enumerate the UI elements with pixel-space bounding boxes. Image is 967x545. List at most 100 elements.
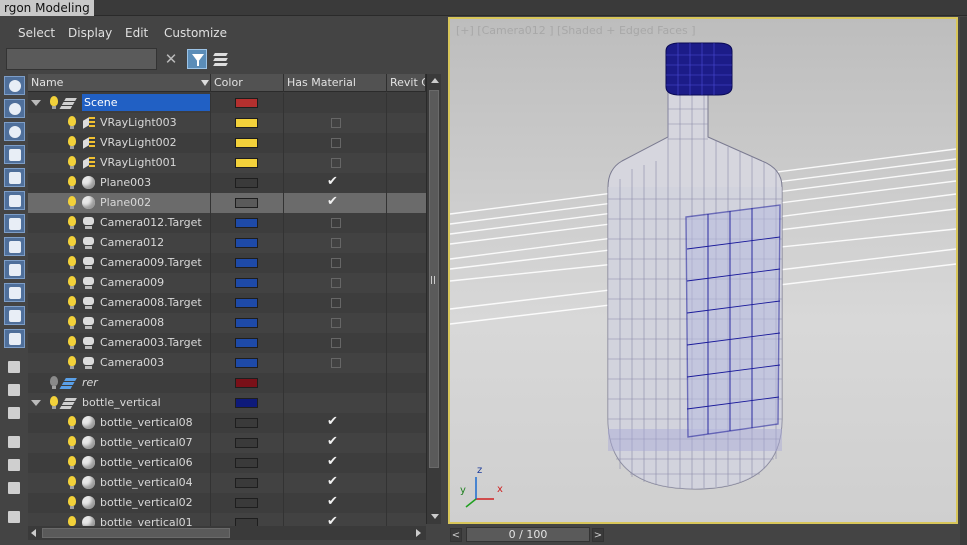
tree-row[interactable]: bottle_vertical06 ✔	[28, 453, 426, 473]
menu-display[interactable]: Display	[68, 26, 112, 40]
material-checkbox[interactable]	[331, 138, 341, 148]
visibility-bulb-icon[interactable]	[68, 156, 76, 169]
material-check-icon[interactable]: ✔	[327, 514, 338, 526]
display-lights-button[interactable]	[4, 145, 25, 164]
color-swatch[interactable]	[235, 178, 258, 188]
color-swatch[interactable]	[235, 378, 258, 388]
material-check-icon[interactable]: ✔	[327, 434, 338, 449]
expand-toggle-icon[interactable]	[31, 400, 41, 406]
color-swatch[interactable]	[235, 278, 258, 288]
layer-filter-button[interactable]	[211, 49, 231, 69]
tree-row[interactable]: bottle_vertical01 ✔	[28, 513, 426, 526]
tree-row[interactable]: Camera008	[28, 313, 426, 333]
horizontal-scrollbar[interactable]	[28, 526, 426, 540]
menu-edit[interactable]: Edit	[125, 26, 148, 40]
material-check-icon[interactable]: ✔	[327, 454, 338, 469]
material-checkbox[interactable]	[331, 318, 341, 328]
visibility-bulb-icon[interactable]	[68, 176, 76, 189]
tree-row[interactable]: bottle_vertical08 ✔	[28, 413, 426, 433]
material-checkbox[interactable]	[331, 278, 341, 288]
expand-toggle-icon[interactable]	[31, 100, 41, 106]
tree-row[interactable]: bottle_vertical07 ✔	[28, 433, 426, 453]
color-swatch[interactable]	[235, 338, 258, 348]
visibility-bulb-icon[interactable]	[68, 516, 76, 526]
display-bones-button[interactable]	[4, 283, 25, 302]
material-check-icon[interactable]: ✔	[327, 414, 338, 429]
tree-row[interactable]: Plane003 ✔	[28, 173, 426, 193]
visibility-bulb-icon[interactable]	[68, 116, 76, 129]
column-name[interactable]: Name	[28, 74, 211, 92]
tree-row[interactable]: Camera012.Target	[28, 213, 426, 233]
details-button[interactable]	[4, 404, 25, 423]
visibility-bulb-icon[interactable]	[68, 276, 76, 289]
window-title[interactable]: rgon Modeling	[0, 0, 94, 16]
color-swatch[interactable]	[235, 198, 258, 208]
time-slider[interactable]: 0 / 100	[466, 527, 590, 542]
color-swatch[interactable]	[235, 138, 258, 148]
material-checkbox[interactable]	[331, 258, 341, 268]
tree-row[interactable]: Camera003	[28, 353, 426, 373]
tree-row[interactable]: VRayLight001	[28, 153, 426, 173]
tree-row[interactable]: bottle_vertical04 ✔	[28, 473, 426, 493]
display-shapes-button[interactable]	[4, 122, 25, 141]
color-swatch[interactable]	[235, 398, 258, 408]
menu-customize[interactable]: Customize	[164, 26, 227, 40]
display-all-button[interactable]	[4, 76, 25, 95]
filter-button[interactable]	[4, 433, 25, 452]
visibility-bulb-icon[interactable]	[68, 236, 76, 249]
visibility-bulb-icon[interactable]	[68, 216, 76, 229]
visibility-bulb-icon[interactable]	[68, 356, 76, 369]
scroll-up-icon[interactable]	[431, 78, 439, 83]
display-groups-button[interactable]	[4, 237, 25, 256]
visibility-bulb-icon[interactable]	[50, 96, 58, 109]
column-color[interactable]: Color	[211, 74, 284, 92]
visibility-bulb-icon[interactable]	[68, 296, 76, 309]
display-cameras-button[interactable]	[4, 168, 25, 187]
color-swatch[interactable]	[235, 258, 258, 268]
tree-row[interactable]: Plane002 ✔	[28, 193, 426, 213]
list-view-button[interactable]	[4, 358, 25, 377]
color-swatch[interactable]	[235, 438, 258, 448]
tree-row[interactable]: Scene	[28, 93, 426, 113]
material-checkbox[interactable]	[331, 358, 341, 368]
sort-down-icon[interactable]	[201, 80, 209, 86]
color-swatch[interactable]	[235, 358, 258, 368]
next-frame-button[interactable]: >	[592, 528, 604, 542]
tree-row[interactable]: bottle_vertical02 ✔	[28, 493, 426, 513]
vertical-scrollbar[interactable]	[426, 74, 441, 524]
color-swatch[interactable]	[235, 458, 258, 468]
filter-options-button[interactable]	[4, 456, 25, 475]
material-checkbox[interactable]	[331, 338, 341, 348]
color-swatch[interactable]	[235, 118, 258, 128]
column-has-material[interactable]: Has Material	[284, 74, 387, 92]
lock-button[interactable]	[4, 508, 25, 527]
visibility-bulb-icon[interactable]	[68, 316, 76, 329]
tree-row[interactable]: VRayLight003	[28, 113, 426, 133]
clear-search-button[interactable]: ✕	[162, 49, 180, 69]
menu-select[interactable]: Select	[18, 26, 55, 40]
color-swatch[interactable]	[235, 218, 258, 228]
material-checkbox[interactable]	[331, 218, 341, 228]
display-spacewarps-button[interactable]	[4, 214, 25, 233]
visibility-bulb-icon[interactable]	[68, 336, 76, 349]
material-checkbox[interactable]	[331, 298, 341, 308]
color-swatch[interactable]	[235, 518, 258, 526]
material-check-icon[interactable]: ✔	[327, 494, 338, 509]
visibility-bulb-icon[interactable]	[68, 196, 76, 209]
visibility-bulb-icon[interactable]	[68, 256, 76, 269]
display-containers-button[interactable]	[4, 306, 25, 325]
color-swatch[interactable]	[235, 478, 258, 488]
material-check-icon[interactable]: ✔	[327, 474, 338, 489]
material-checkbox[interactable]	[331, 238, 341, 248]
material-checkbox[interactable]	[331, 118, 341, 128]
hscroll-thumb[interactable]	[42, 528, 230, 538]
tree-row[interactable]: Camera012	[28, 233, 426, 253]
display-helpers-button[interactable]	[4, 191, 25, 210]
material-check-icon[interactable]: ✔	[327, 194, 338, 209]
visibility-bulb-icon[interactable]	[50, 376, 58, 389]
color-swatch[interactable]	[235, 98, 258, 108]
collapse-button[interactable]	[4, 479, 25, 498]
visibility-bulb-icon[interactable]	[68, 456, 76, 469]
camera-viewport[interactable]: [+] [Camera012 ] [Shaded + Edged Faces ]…	[448, 17, 958, 524]
tree-row[interactable]: bottle_vertical	[28, 393, 426, 413]
